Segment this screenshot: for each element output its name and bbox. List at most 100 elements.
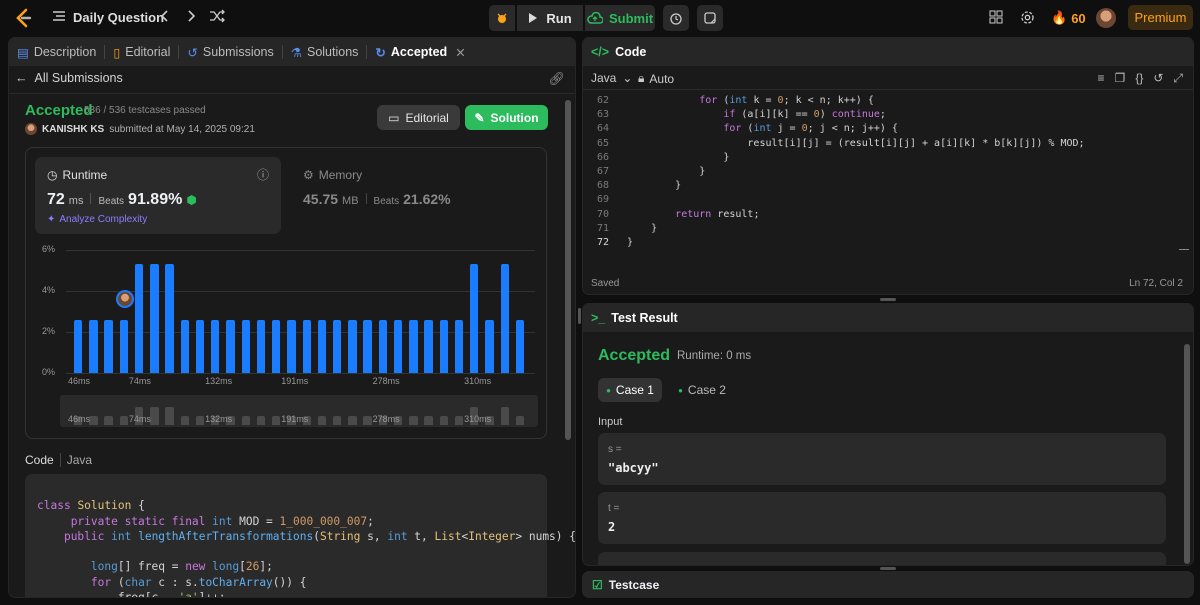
prev-problem-icon[interactable]: [158, 9, 172, 23]
editor-scroll-marker: [1179, 249, 1189, 250]
testcase-resize-handle[interactable]: [880, 567, 896, 570]
user-avatar[interactable]: [1096, 8, 1116, 28]
shuffle-icon[interactable]: [209, 9, 225, 23]
runtime-bar[interactable]: [256, 319, 266, 373]
runtime-bar[interactable]: [409, 319, 418, 373]
runtime-bar[interactable]: [485, 319, 494, 373]
tab-solutions[interactable]: ⚗ Solutions: [283, 38, 367, 66]
runtime-bar[interactable]: [500, 264, 509, 373]
problem-list-icon[interactable]: [52, 9, 66, 23]
editorial-button[interactable]: ▭ Editorial: [377, 105, 460, 130]
notes-icon[interactable]: [697, 5, 723, 31]
runtime-bar[interactable]: [424, 319, 433, 373]
author-name[interactable]: KANISHK KS: [42, 124, 104, 135]
runtime-card[interactable]: ◷ Runtime ⓘ 72 ms Beats 91.89% ⬢ ✦ Analyze…: [35, 157, 281, 234]
auto-mode-toggle[interactable]: 🔒︎ Auto: [638, 71, 674, 86]
tab-submissions[interactable]: ↺ Submissions: [179, 38, 281, 66]
runtime-bar[interactable]: [470, 264, 479, 373]
runtime-bar[interactable]: [241, 319, 250, 373]
scrubber-bar: [409, 416, 418, 425]
editor-code-area[interactable]: 62 for (int k = 0; k < n; k++) {63 if (a…: [583, 94, 1085, 250]
runtime-distribution-chart: 6% 4% 2% 0% 46ms 74ms 132ms 191ms 278ms 310ms 46…: [26, 236, 546, 436]
share-link-icon[interactable]: 🔗︎: [548, 71, 565, 87]
timer-icon[interactable]: [663, 5, 689, 31]
editor-resize-handle[interactable]: [880, 298, 896, 301]
scrubber-bar: [150, 407, 159, 425]
case-2-tab[interactable]: ● Case 2: [670, 378, 734, 402]
editor-title: Code: [615, 45, 647, 59]
scrubber-bar: [424, 416, 433, 425]
close-tab-icon[interactable]: ✕: [455, 45, 465, 60]
runtime-bar[interactable]: [150, 264, 159, 373]
scrubber-bar: [317, 416, 327, 425]
submit-button[interactable]: Submit: [585, 5, 655, 31]
leetcode-logo-icon[interactable]: [14, 8, 34, 28]
case-1-tab[interactable]: ● Case 1: [598, 378, 662, 402]
runtime-bar[interactable]: [165, 264, 174, 373]
premium-button[interactable]: Premium: [1128, 5, 1193, 30]
runtime-bar[interactable]: [515, 319, 525, 373]
runtime-bar[interactable]: [332, 319, 342, 373]
runtime-bar[interactable]: [378, 319, 388, 373]
runtime-bar[interactable]: [393, 319, 403, 373]
line-code: for (int j = 0; j < n; j++) {: [723, 123, 898, 135]
left-scrollbar[interactable]: [565, 100, 571, 440]
case-1-label: Case 1: [615, 383, 654, 397]
settings-gear-icon[interactable]: [1020, 10, 1035, 25]
memory-card[interactable]: ⚙ Memory 45.75 MB Beats 21.62%: [296, 157, 536, 234]
runtime-bar[interactable]: [119, 319, 129, 373]
line-code: if (a[i][k] == 0) continue;: [723, 109, 886, 121]
info-icon[interactable]: ⓘ: [257, 166, 269, 183]
braces-icon[interactable]: {}: [1135, 71, 1143, 86]
stats-card: ◷ Runtime ⓘ 72 ms Beats 91.89% ⬢ ✦ Analyze…: [25, 147, 547, 439]
runtime-bar[interactable]: [89, 319, 98, 373]
runtime-bar[interactable]: [104, 319, 113, 373]
testcases-passed: 536 / 536 testcases passed: [84, 105, 206, 116]
daily-question-title[interactable]: Daily Question: [73, 10, 164, 25]
streak-counter[interactable]: 🔥 60: [1051, 10, 1086, 26]
input-nums-box[interactable]: [598, 552, 1166, 565]
language-selector[interactable]: Java ⌄: [591, 71, 632, 85]
scrubber-tick-label: 310ms: [464, 414, 492, 424]
run-label: Run: [546, 10, 572, 26]
format-icon[interactable]: ≡: [1098, 71, 1105, 86]
submitted-code-block[interactable]: class Solution { private static final in…: [25, 474, 575, 597]
runtime-bar[interactable]: [134, 264, 144, 373]
next-problem-icon[interactable]: [184, 9, 198, 23]
analyze-complexity-link[interactable]: ✦ Analyze Complexity: [47, 214, 147, 225]
tab-editorial[interactable]: ▯ Editorial: [105, 38, 178, 66]
debug-icon[interactable]: [489, 5, 515, 31]
fullscreen-icon[interactable]: ⤢: [1173, 71, 1183, 86]
runtime-heading: ◷ Runtime: [47, 168, 107, 182]
runtime-bar[interactable]: [317, 319, 327, 373]
input-t-box[interactable]: t = 2: [598, 492, 1166, 544]
runtime-bar[interactable]: [302, 319, 311, 373]
input-s-box[interactable]: s = "abcyy": [598, 433, 1166, 485]
code-brackets-icon: </>: [591, 45, 610, 59]
runtime-bar[interactable]: [211, 319, 220, 373]
scrubber-bar: [332, 416, 342, 425]
runtime-bar[interactable]: [363, 319, 372, 373]
your-submission-marker-avatar[interactable]: [116, 290, 134, 308]
runtime-bar[interactable]: [439, 319, 448, 373]
solution-button[interactable]: ✎ Solution: [465, 105, 548, 130]
runtime-bar[interactable]: [195, 319, 205, 373]
runtime-bar[interactable]: [226, 319, 235, 373]
reset-icon[interactable]: ↺: [1153, 71, 1163, 86]
runtime-bar[interactable]: [272, 319, 281, 373]
test-result-scrollbar[interactable]: [1184, 344, 1190, 564]
run-button[interactable]: Run: [517, 5, 583, 31]
testcase-panel[interactable]: ☑ Testcase: [582, 571, 1194, 598]
tab-description[interactable]: ▤ Description: [9, 38, 104, 66]
runtime-bar[interactable]: [74, 319, 83, 373]
runtime-bar[interactable]: [180, 319, 189, 373]
layout-grid-icon[interactable]: [989, 10, 1003, 24]
tab-accepted[interactable]: ↻ Accepted ✕: [367, 38, 473, 66]
runtime-bar[interactable]: [454, 319, 464, 373]
bookmark-icon[interactable]: ❐: [1115, 71, 1126, 86]
pass-dot-icon: ●: [606, 385, 611, 395]
panel-resize-handle[interactable]: [578, 308, 581, 324]
back-to-submissions[interactable]: ← All Submissions: [15, 71, 123, 85]
runtime-bar[interactable]: [287, 319, 296, 373]
runtime-bar[interactable]: [348, 319, 357, 373]
